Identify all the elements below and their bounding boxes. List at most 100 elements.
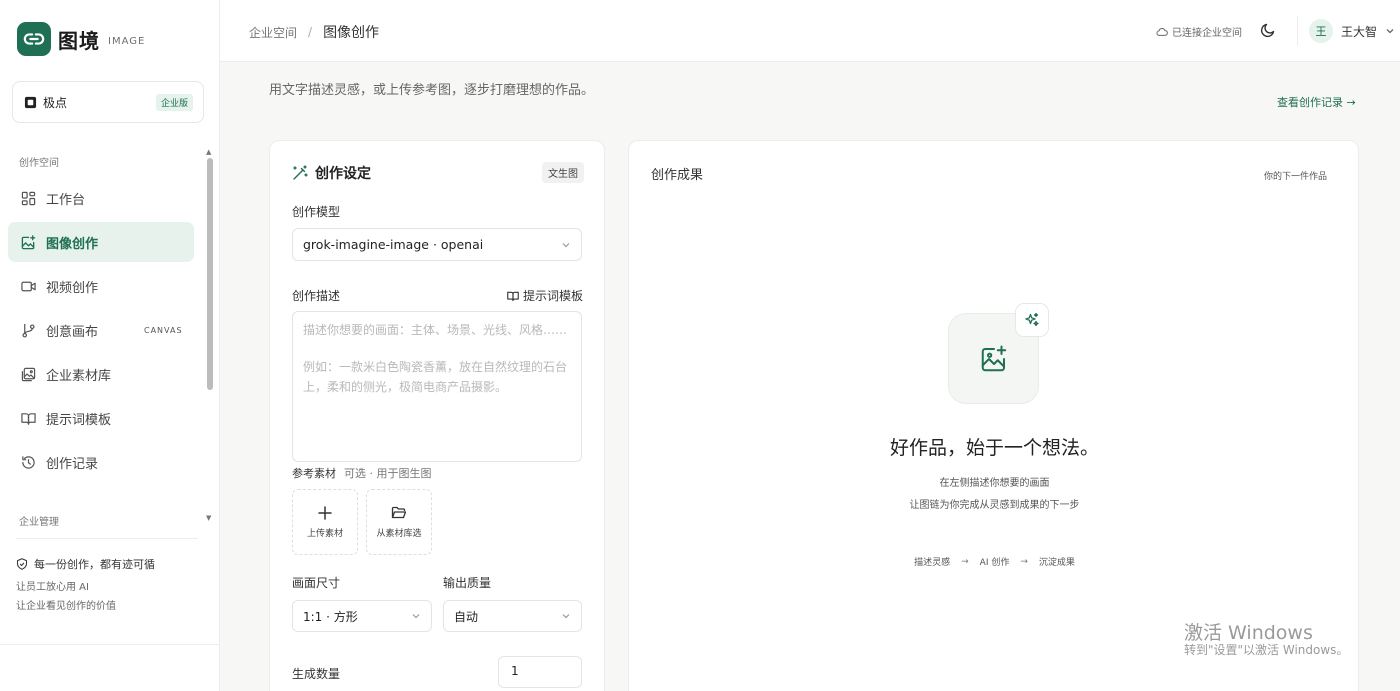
sidebar-item-label: 创意画布 (46, 324, 99, 340)
mode-badge: 文生图 (542, 162, 584, 183)
reference-label-row: 参考素材 可选 · 用于图生图 (292, 465, 432, 481)
image-plus-icon (20, 234, 36, 250)
sidebar-item-asset-library[interactable]: 企业素材库 (8, 354, 194, 394)
quality-select-value: 自动 (454, 609, 479, 624)
sidebar-item-tag: CANVAS (144, 325, 183, 335)
brand-logo-icon (17, 22, 51, 56)
avatar: 王 (1309, 19, 1333, 43)
trust-title: 每一份创作，都有迹可循 (34, 558, 155, 571)
upload-asset-label: 上传素材 (306, 528, 343, 539)
model-select[interactable]: grok-imagine-image · openai (292, 228, 582, 261)
user-name: 王大智 (1341, 24, 1378, 39)
size-label: 画面尺寸 (292, 576, 341, 590)
breadcrumb-separator: / (308, 25, 313, 39)
sidebar-item-label: 创作记录 (46, 456, 99, 472)
workspace-switcher[interactable]: 极点 企业版 (12, 81, 204, 123)
reference-label: 参考素材 (292, 467, 336, 480)
breadcrumb-current: 图像创作 (323, 25, 380, 41)
workspace-icon (23, 95, 37, 109)
sidebar-item-video-creation[interactable]: 视频创作 (8, 266, 194, 306)
breadcrumb-root[interactable]: 企业空间 (249, 24, 297, 41)
description-label: 创作描述 (292, 289, 341, 303)
sidebar-item-image-creation[interactable]: 图像创作 (8, 222, 194, 262)
sidebar-item-prompt-templates[interactable]: 提示词模板 (8, 398, 194, 438)
sidebar-scroll-thumb[interactable] (207, 158, 213, 390)
step-save-result: 沉淀成果 (1038, 558, 1075, 568)
divider (0, 644, 220, 645)
workflow-steps: 描述灵感 → AI 创作 → 沉淀成果 (629, 555, 1360, 569)
scroll-down-icon[interactable]: ▼ (206, 514, 211, 522)
page-subtitle: 用文字描述灵感，或上传参考图，逐步打磨理想的作品。 (269, 83, 595, 98)
cloud-icon (1156, 27, 1168, 36)
chevron-down-icon (562, 242, 570, 247)
sidebar-item-label: 提示词模板 (46, 412, 112, 428)
sidebar-scrollbar[interactable]: ▲ ▼ (206, 148, 214, 528)
count-label: 生成数量 (292, 667, 341, 681)
upload-asset-button[interactable]: 上传素材 (292, 489, 358, 555)
top-bar: 企业空间 / 图像创作 已连接企业空间 王 王大智 (220, 0, 1400, 62)
sidebar-item-label: 企业素材库 (46, 368, 112, 384)
trust-title-row: 每一份创作，都有迹可循 (16, 556, 206, 572)
trust-line-1: 让员工放心用 AI (16, 582, 89, 593)
empty-state-line-2: 让图链为你完成从灵感到成果的下一步 (909, 500, 1080, 511)
model-select-value: grok-imagine-image · openai (303, 237, 484, 252)
divider (16, 538, 198, 539)
sidebar-item-canvas[interactable]: 创意画布 CANVAS (8, 310, 194, 350)
brand-name: 图境 (58, 28, 100, 53)
creation-result-card: 创作成果 你的下一件作品 好作品，始于一个想法。 在左侧描述你想要的画面 让图链… (628, 140, 1359, 691)
nav-group-admin[interactable]: 企业管理 (19, 513, 59, 528)
user-menu[interactable]: 王 王大智 (1309, 19, 1395, 43)
plus-icon (318, 505, 332, 520)
chevron-down-icon (412, 614, 420, 619)
brand[interactable]: 图境 IMAGE (17, 22, 145, 56)
arrow-right-icon: → (1020, 556, 1028, 567)
workspace-name: 极点 (43, 95, 68, 110)
description-placeholder: 描述你想要的画面：主体、场景、光线、风格…… (303, 323, 568, 337)
view-history-link[interactable]: 查看创作记录 → (1277, 94, 1356, 110)
sidebar-item-dashboard[interactable]: 工作台 (8, 178, 194, 218)
book-open-icon (507, 291, 519, 301)
description-textarea[interactable]: 描述你想要的画面：主体、场景、光线、风格…… 例如：一款米白色陶瓷香薰，放在自然… (292, 311, 582, 462)
workspace-badge: 企业版 (155, 93, 193, 111)
prompt-template-button[interactable]: 提示词模板 (507, 287, 583, 304)
shield-check-icon (16, 558, 28, 570)
creation-settings-card: 创作设定 文生图 创作模型 grok-imagine-image · opena… (269, 140, 605, 691)
sidebar-item-label: 图像创作 (46, 236, 99, 252)
sidebar-item-label: 视频创作 (46, 280, 99, 296)
settings-title-row: 创作设定 (292, 163, 371, 183)
activation-watermark-text: 转到"设置"以激活 Windows。 (1184, 643, 1349, 657)
choose-from-library-button[interactable]: 从素材库选 (366, 489, 432, 555)
empty-state-title: 好作品，始于一个想法。 (889, 437, 1099, 459)
count-input[interactable]: 1 (498, 656, 582, 688)
arrow-right-icon: → (961, 556, 969, 567)
theme-toggle-button[interactable] (1260, 22, 1276, 38)
chevron-down-icon (1386, 29, 1394, 34)
brand-sub: IMAGE (108, 36, 146, 47)
reference-note: 可选 · 用于图生图 (344, 467, 432, 480)
scroll-up-icon[interactable]: ▲ (206, 148, 211, 156)
trust-panel: 每一份创作，都有迹可循 让员工放心用 AI 让企业看见创作的价值 (16, 556, 206, 612)
description-example: 例如：一款米白色陶瓷香薰，放在自然纹理的石台上，柔和的侧光，极简电商产品摄影。 (303, 360, 568, 394)
sparkle-badge (1015, 303, 1049, 337)
folder-open-icon (391, 506, 407, 518)
dashboard-icon (20, 190, 36, 206)
image-library-icon (20, 366, 36, 382)
moon-icon (1260, 23, 1275, 38)
history-icon (20, 454, 36, 470)
sidebar: 图境 IMAGE 极点 企业版 创作空间 工作台 图像创作 视频创作 创意画布 … (0, 0, 220, 691)
connection-status: 已连接企业空间 (1156, 24, 1242, 39)
sparkles-icon (1025, 312, 1039, 327)
step-describe: 描述灵感 (914, 558, 951, 568)
result-subtitle: 你的下一件作品 (1264, 172, 1328, 182)
settings-title: 创作设定 (315, 166, 371, 182)
trust-line-2: 让企业看见创作的价值 (16, 601, 116, 612)
video-icon (20, 278, 36, 294)
quality-select[interactable]: 自动 (443, 600, 582, 632)
size-select[interactable]: 1:1 · 方形 (292, 600, 432, 632)
result-title: 创作成果 (651, 168, 704, 183)
sidebar-item-history[interactable]: 创作记录 (8, 442, 194, 482)
breadcrumb: 企业空间 / 图像创作 (249, 22, 379, 42)
image-plus-icon (981, 345, 1006, 371)
size-select-value: 1:1 · 方形 (303, 609, 358, 624)
choose-from-library-label: 从素材库选 (376, 528, 422, 539)
